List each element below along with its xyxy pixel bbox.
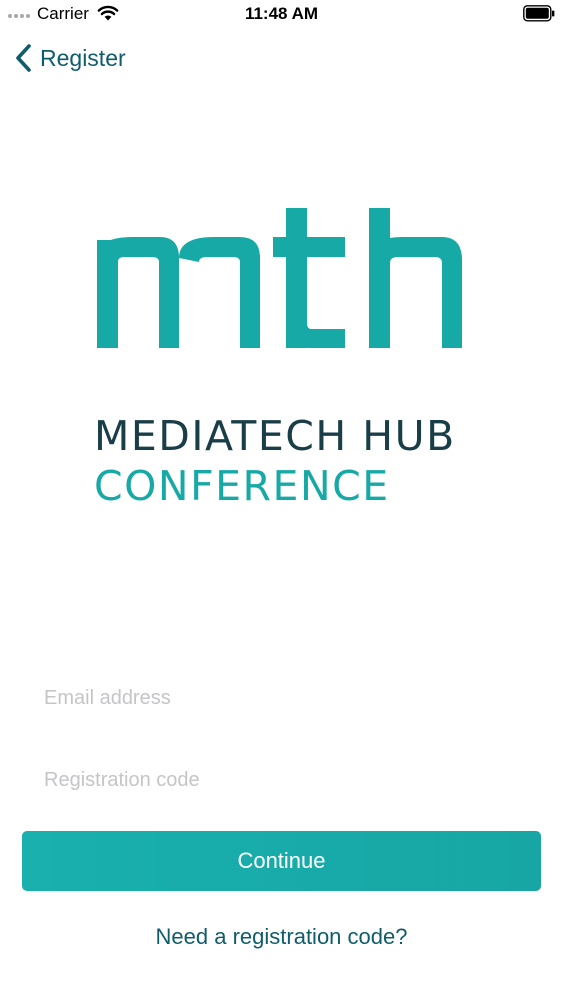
status-bar: Carrier 11:48 AM: [0, 0, 563, 30]
email-field-container: [22, 674, 541, 722]
registration-code-field[interactable]: [22, 756, 541, 804]
clock: 11:48 AM: [244, 4, 319, 23]
conference-logo: mth MEDIATECH HUB CONFERENCE: [80, 190, 480, 530]
logo-subtitle: CONFERENCE: [94, 462, 390, 510]
logo-title: MEDIATECH HUB: [94, 412, 456, 460]
chevron-left-icon: [16, 44, 31, 72]
continue-button[interactable]: Continue: [22, 831, 541, 891]
need-registration-code-link[interactable]: Need a registration code?: [0, 924, 563, 950]
mth-logo-mark: mth: [97, 208, 462, 348]
battery-icon: [523, 5, 555, 22]
registration-code-field-container: [22, 756, 541, 804]
back-button[interactable]: Register: [14, 40, 126, 76]
back-button-label: Register: [40, 44, 126, 71]
email-field[interactable]: [22, 674, 541, 722]
